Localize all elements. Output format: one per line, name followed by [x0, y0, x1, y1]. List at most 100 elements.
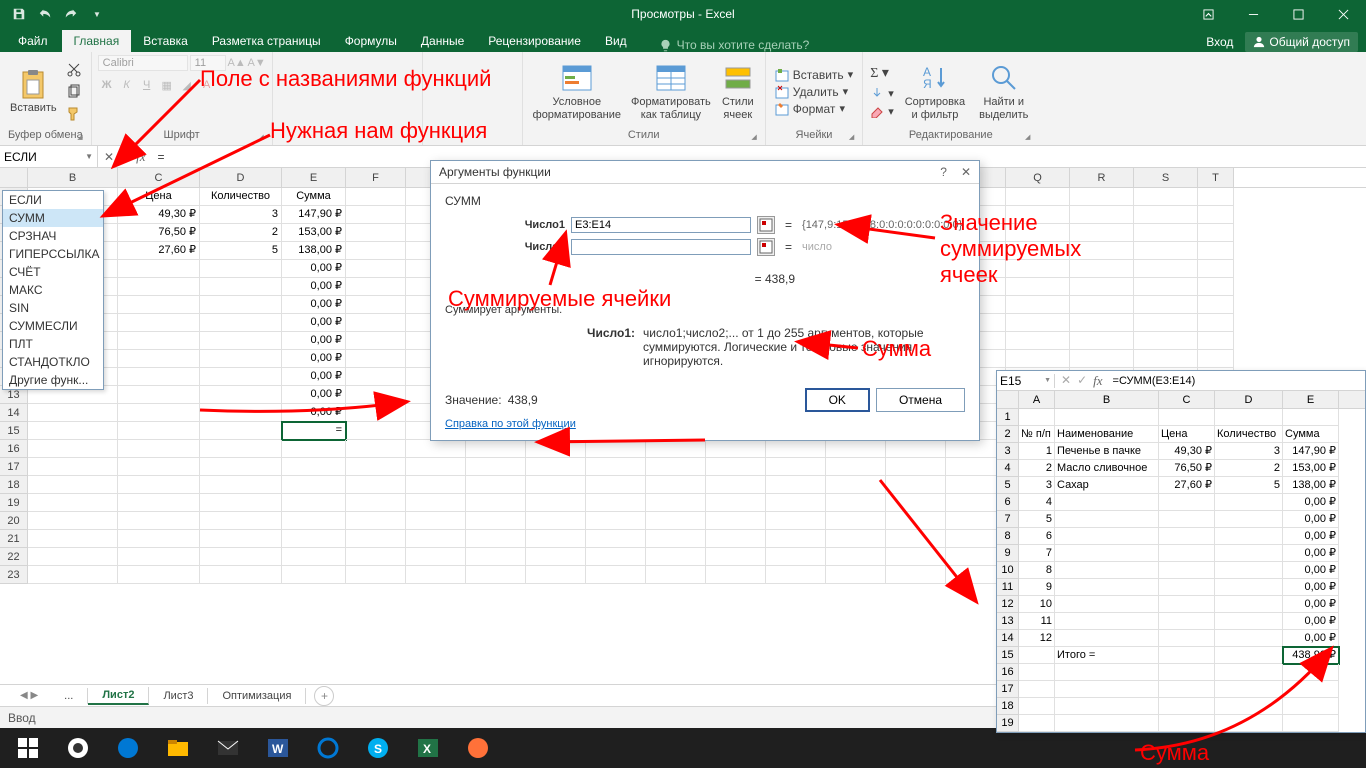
- cell-L20[interactable]: [706, 512, 766, 530]
- cell-L23[interactable]: [706, 566, 766, 584]
- mini-cell-C15[interactable]: [1159, 647, 1215, 664]
- col-header-C[interactable]: C: [118, 168, 200, 187]
- border-icon[interactable]: ▦: [158, 76, 176, 94]
- cell-O19[interactable]: [886, 494, 946, 512]
- cell-I20[interactable]: [526, 512, 586, 530]
- mini-cell-C10[interactable]: [1159, 562, 1215, 579]
- mini-cell-C14[interactable]: [1159, 630, 1215, 647]
- cell-D18[interactable]: [200, 476, 282, 494]
- mini-cell-D15[interactable]: [1215, 647, 1283, 664]
- mini-cell-A8[interactable]: 6: [1019, 528, 1055, 545]
- paste-button[interactable]: Вставить: [6, 66, 61, 116]
- cell-I21[interactable]: [526, 530, 586, 548]
- mini-cell-C7[interactable]: [1159, 511, 1215, 528]
- cell-D15[interactable]: [200, 422, 282, 440]
- cell-I18[interactable]: [526, 476, 586, 494]
- cell-G22[interactable]: [406, 548, 466, 566]
- cell-N19[interactable]: [826, 494, 886, 512]
- mini-cell-E17[interactable]: [1283, 681, 1339, 698]
- cell-B22[interactable]: [28, 548, 118, 566]
- mini-cell-C17[interactable]: [1159, 681, 1215, 698]
- mini-cell-D2[interactable]: Количество: [1215, 426, 1283, 443]
- undo-icon[interactable]: [34, 3, 56, 25]
- cell-C2[interactable]: Цена: [118, 188, 200, 206]
- cell-R7[interactable]: [1070, 278, 1134, 296]
- mini-cell-A10[interactable]: 8: [1019, 562, 1055, 579]
- dialog-cancel-button[interactable]: Отмена: [876, 388, 965, 412]
- mini-row-6[interactable]: 6: [997, 494, 1019, 511]
- mini-row-8[interactable]: 8: [997, 528, 1019, 545]
- sheet-tab-2[interactable]: Лист3: [149, 688, 208, 704]
- row-header-21[interactable]: 21: [0, 530, 28, 548]
- copy-icon[interactable]: [63, 82, 85, 102]
- mini-row-12[interactable]: 12: [997, 596, 1019, 613]
- cell-C4[interactable]: 76,50 ₽: [118, 224, 200, 242]
- cell-T5[interactable]: [1198, 242, 1234, 260]
- cell-B19[interactable]: [28, 494, 118, 512]
- cell-F2[interactable]: [346, 188, 406, 206]
- cell-I23[interactable]: [526, 566, 586, 584]
- mini-cell-D9[interactable]: [1215, 545, 1283, 562]
- close-icon[interactable]: [1321, 0, 1366, 28]
- mini-cell-A1[interactable]: [1019, 409, 1055, 426]
- delete-cells-button[interactable]: Удалить ▾: [772, 84, 856, 100]
- cell-G16[interactable]: [406, 440, 466, 458]
- col-header-R[interactable]: R: [1070, 168, 1134, 187]
- mini-row-9[interactable]: 9: [997, 545, 1019, 562]
- cell-D4[interactable]: 2: [200, 224, 282, 242]
- cell-L19[interactable]: [706, 494, 766, 512]
- dialog-ok-button[interactable]: OK: [805, 388, 870, 412]
- cell-H18[interactable]: [466, 476, 526, 494]
- cut-icon[interactable]: [63, 60, 85, 80]
- cell-E23[interactable]: [282, 566, 346, 584]
- name-box[interactable]: ▼: [0, 146, 98, 167]
- mini-cell-B18[interactable]: [1055, 698, 1159, 715]
- func-item-2[interactable]: СРЗНАЧ: [3, 227, 103, 245]
- mini-cell-C8[interactable]: [1159, 528, 1215, 545]
- row-header-17[interactable]: 17: [0, 458, 28, 476]
- cell-F15[interactable]: [346, 422, 406, 440]
- cell-H22[interactable]: [466, 548, 526, 566]
- mini-cell-D18[interactable]: [1215, 698, 1283, 715]
- cell-B18[interactable]: [28, 476, 118, 494]
- func-item-3[interactable]: ГИПЕРССЫЛКА: [3, 245, 103, 263]
- format-as-table-button[interactable]: Форматировать как таблицу: [627, 60, 715, 122]
- mail-icon[interactable]: [204, 728, 252, 768]
- cell-G19[interactable]: [406, 494, 466, 512]
- font-size-combo[interactable]: 11: [190, 55, 226, 71]
- row-header-20[interactable]: 20: [0, 512, 28, 530]
- mini-cell-A14[interactable]: 12: [1019, 630, 1055, 647]
- mini-cell-A2[interactable]: № п/п: [1019, 426, 1055, 443]
- cell-M20[interactable]: [766, 512, 826, 530]
- ribbon-options-icon[interactable]: [1186, 0, 1231, 28]
- cell-J20[interactable]: [586, 512, 646, 530]
- mini-cell-B17[interactable]: [1055, 681, 1159, 698]
- mini-row-10[interactable]: 10: [997, 562, 1019, 579]
- italic-button[interactable]: К: [118, 76, 136, 94]
- mini-row-19[interactable]: 19: [997, 715, 1019, 732]
- format-cells-button[interactable]: Формат ▾: [772, 101, 856, 117]
- excel-icon[interactable]: X: [404, 728, 452, 768]
- underline-button[interactable]: Ч: [138, 76, 156, 94]
- cell-E16[interactable]: [282, 440, 346, 458]
- arg2-input[interactable]: [571, 239, 751, 255]
- cell-E7[interactable]: 0,00 ₽: [282, 278, 346, 296]
- cell-E2[interactable]: Сумма: [282, 188, 346, 206]
- cell-F21[interactable]: [346, 530, 406, 548]
- cell-C14[interactable]: [118, 404, 200, 422]
- mini-row-15[interactable]: 15: [997, 647, 1019, 664]
- mini-cell-E11[interactable]: 0,00 ₽: [1283, 579, 1339, 596]
- tab-view[interactable]: Вид: [593, 30, 639, 52]
- cell-S4[interactable]: [1134, 224, 1198, 242]
- func-item-7[interactable]: СУММЕСЛИ: [3, 317, 103, 335]
- func-item-9[interactable]: СТАНДОТКЛО: [3, 353, 103, 371]
- cell-Q11[interactable]: [1006, 350, 1070, 368]
- insert-cells-button[interactable]: Вставить ▾: [772, 67, 856, 83]
- mini-cell-E2[interactable]: Сумма: [1283, 426, 1339, 443]
- row-header-18[interactable]: 18: [0, 476, 28, 494]
- mini-cell-E13[interactable]: 0,00 ₽: [1283, 613, 1339, 630]
- cell-D11[interactable]: [200, 350, 282, 368]
- cell-D16[interactable]: [200, 440, 282, 458]
- start-icon[interactable]: [4, 728, 52, 768]
- cell-N18[interactable]: [826, 476, 886, 494]
